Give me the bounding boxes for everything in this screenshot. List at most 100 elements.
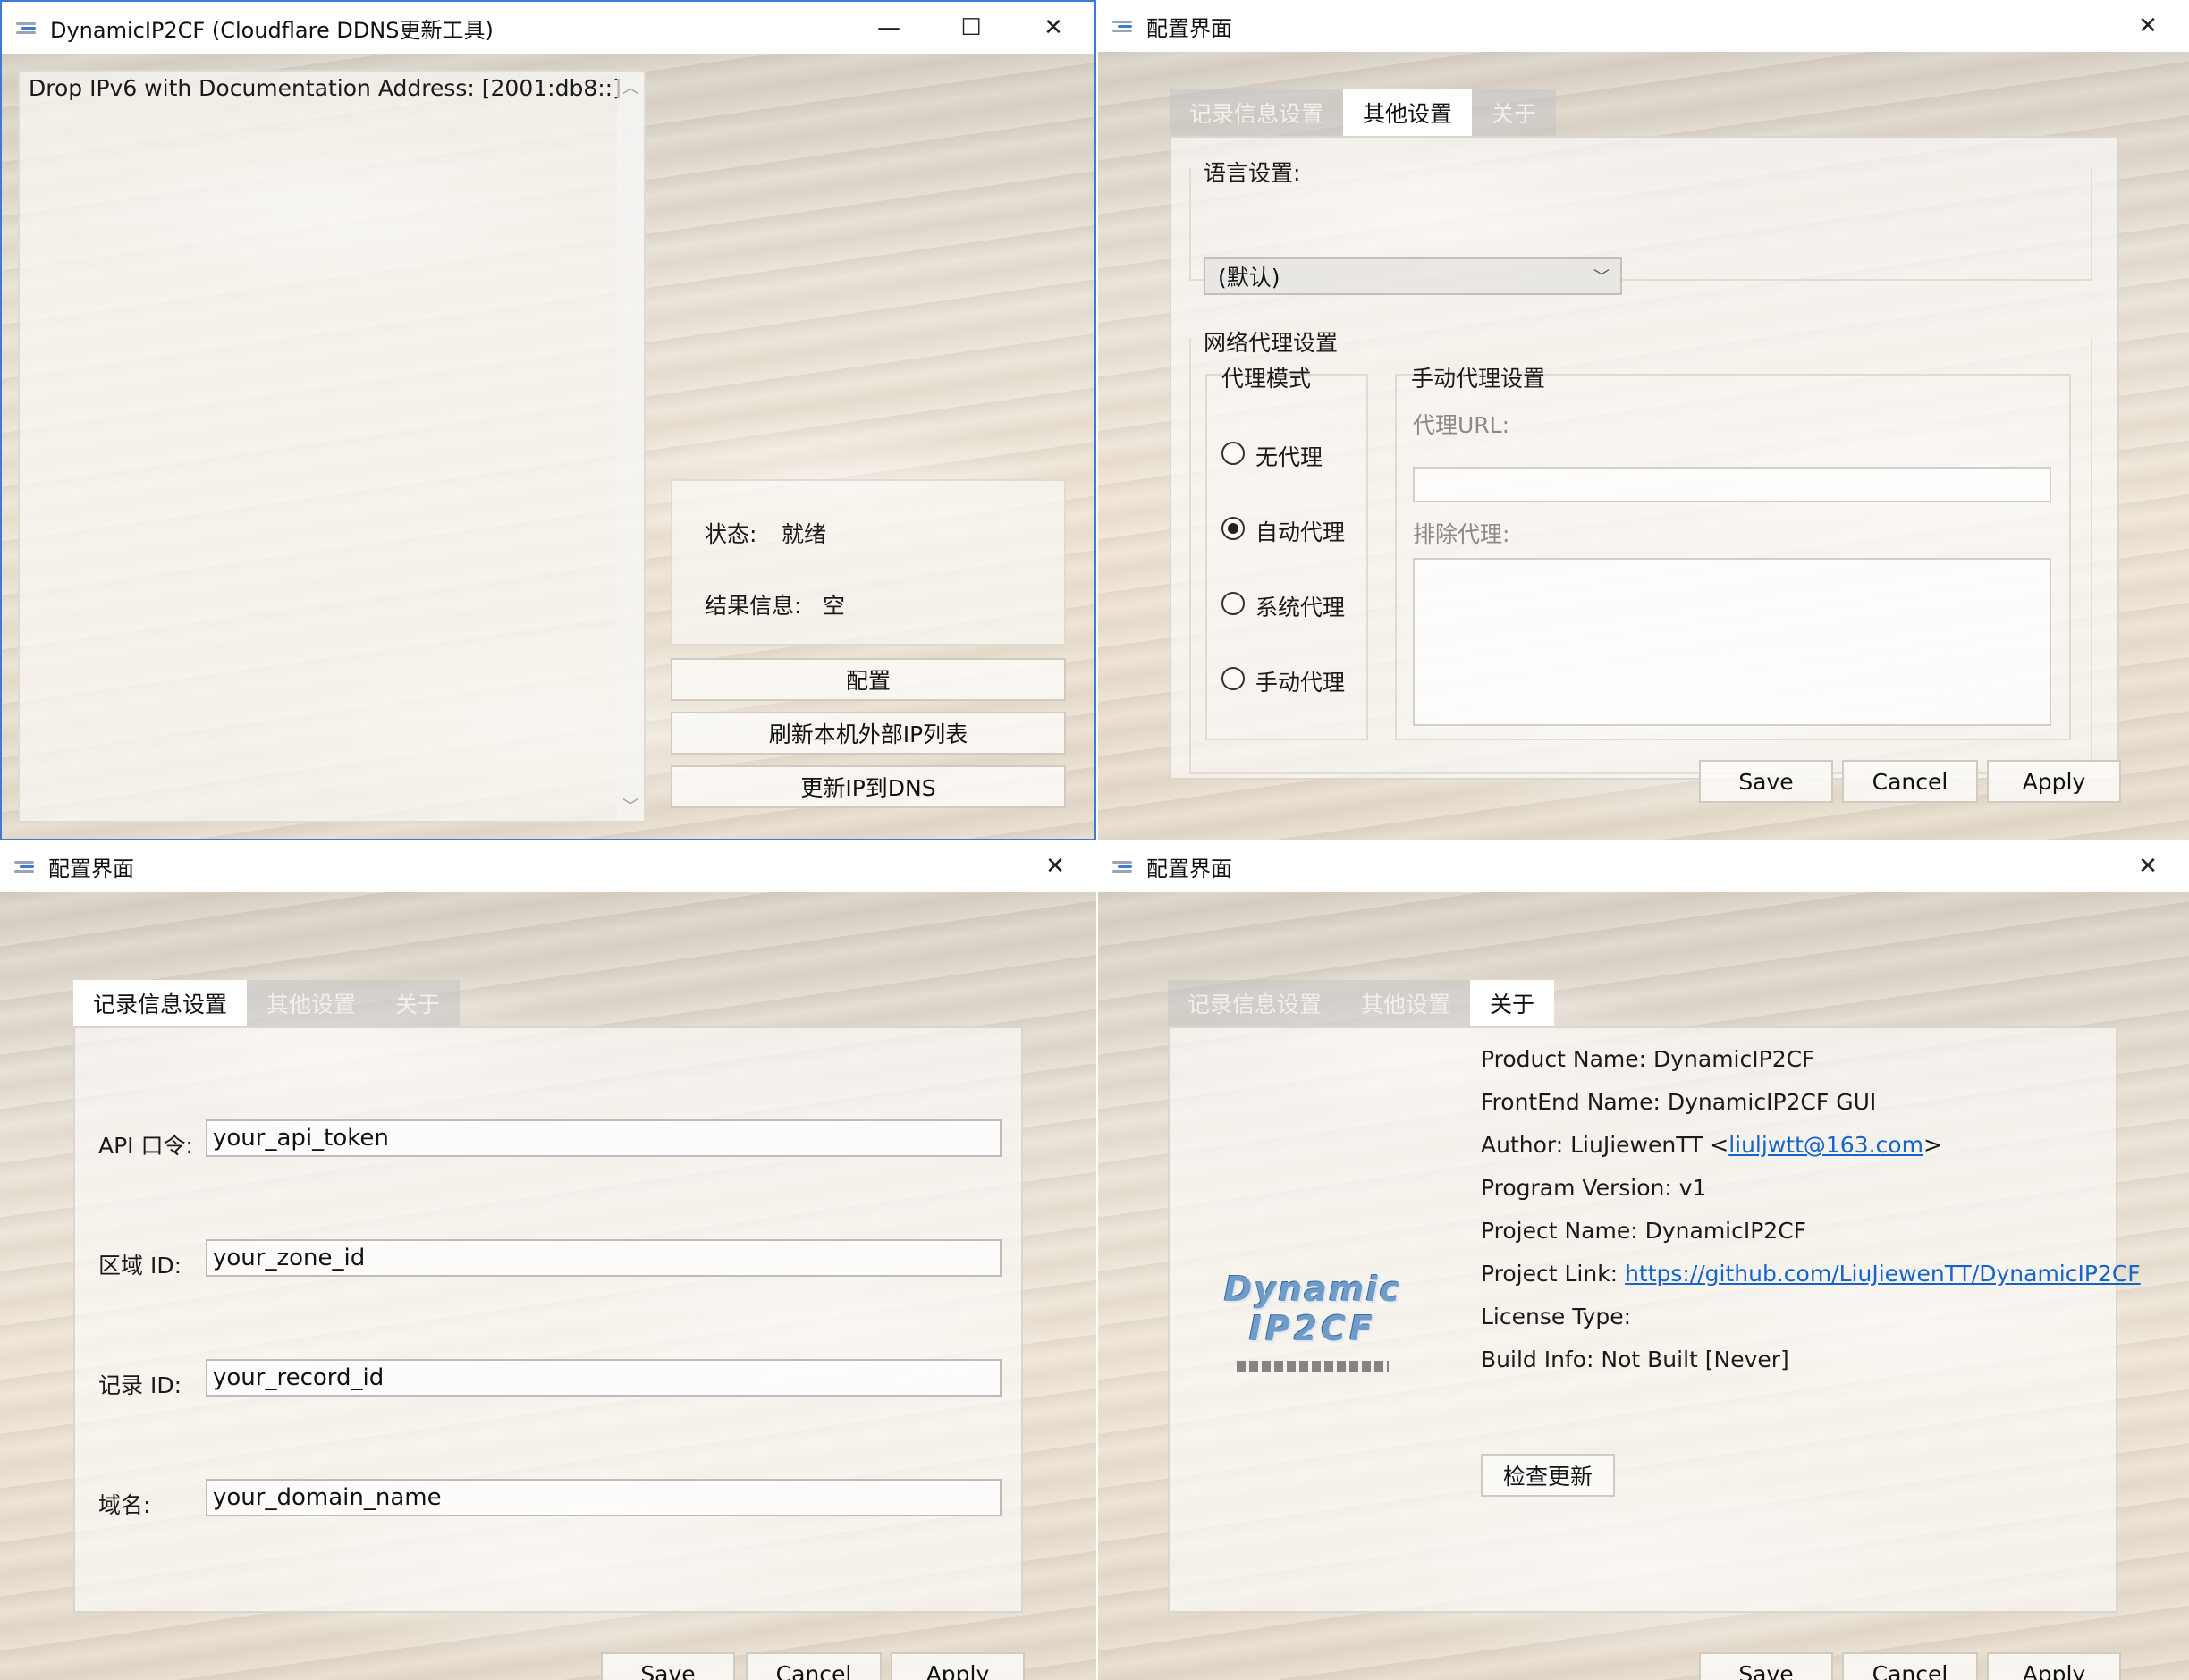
radio-no-proxy-label: 无代理 — [1255, 444, 1323, 470]
logo-line-2: IP2CF — [1248, 1309, 1377, 1348]
log-line: Drop IPv6 with Documentation Address: [2… — [29, 75, 621, 101]
cancel-button[interactable]: Cancel — [1842, 760, 1978, 803]
tab-bar: 记录信息设置 其他设置 关于 — [1170, 89, 1557, 136]
config-client-area: 记录信息设置 其他设置 关于 API 口令: your_api_token 区域… — [0, 892, 1096, 1680]
tab-other-settings[interactable]: 其他设置 — [1343, 89, 1473, 136]
log-textbox[interactable]: Drop IPv6 with Documentation Address: [2… — [18, 70, 646, 823]
tab-other-settings[interactable]: 其他设置 — [1341, 980, 1471, 1026]
status-panel: 状态: 就绪 结果信息: 空 — [671, 479, 1066, 646]
record-id-input[interactable]: your_record_id — [206, 1359, 1002, 1397]
window-controls: ✕ — [2107, 0, 2189, 52]
scroll-up-icon[interactable]: ︿ — [617, 75, 644, 98]
app-icon — [1112, 859, 1136, 874]
window-controls: ✕ — [1014, 840, 1096, 892]
tab-content: API 口令: your_api_token 区域 ID: your_zone_… — [73, 1026, 1023, 1613]
cancel-button[interactable]: Cancel — [1842, 1652, 1978, 1680]
log-scrollbar[interactable]: ︿ ﹀ — [617, 72, 644, 821]
app-icon — [1112, 19, 1136, 33]
proxy-url-input[interactable] — [1413, 467, 2051, 502]
window-controls: — ☐ ✕ — [848, 2, 1094, 54]
radio-auto-proxy-label: 自动代理 — [1255, 519, 1346, 545]
config-window-title: 配置界面 — [1146, 15, 1232, 41]
program-version: Program Version: v1 — [1481, 1175, 1707, 1201]
config-titlebar: 配置界面 ✕ — [1098, 840, 2189, 892]
radio-system-proxy-label: 系统代理 — [1255, 595, 1346, 621]
author-line: Author: LiuJiewenTT <liuljwtt@163.com> — [1481, 1132, 1942, 1158]
refresh-ip-button[interactable]: 刷新本机外部IP列表 — [671, 712, 1066, 755]
tab-record-settings[interactable]: 记录信息设置 — [1168, 980, 1342, 1026]
proxy-url-label: 代理URL: — [1413, 412, 1510, 438]
logo-line-1: Dynamic — [1223, 1270, 1402, 1309]
close-button[interactable]: ✕ — [1012, 2, 1094, 54]
config-window-other: 配置界面 ✕ 记录信息设置 其他设置 关于 语言设置: (默认) ﹀ 网络代理设… — [1098, 0, 2189, 840]
apply-button[interactable]: Apply — [891, 1652, 1025, 1680]
tab-content: 语言设置: (默认) ﹀ 网络代理设置 代理模式 无代理 自动代理 系统代理 手… — [1170, 136, 2119, 780]
save-button[interactable]: Save — [1699, 760, 1833, 803]
api-token-label: API 口令: — [98, 1133, 193, 1159]
exclude-proxy-textarea[interactable] — [1413, 558, 2051, 726]
record-id-label: 记录 ID: — [98, 1372, 182, 1398]
tab-about[interactable]: 关于 — [376, 980, 461, 1026]
tab-bar: 记录信息设置 其他设置 关于 — [73, 980, 461, 1026]
product-name: Product Name: DynamicIP2CF — [1481, 1046, 1815, 1072]
tab-about[interactable]: 关于 — [1472, 89, 1557, 136]
apply-button[interactable]: Apply — [1987, 760, 2121, 803]
manual-proxy-label: 手动代理设置 — [1411, 366, 1546, 392]
domain-input[interactable]: your_domain_name — [206, 1479, 1002, 1516]
author-suffix: > — [1923, 1132, 1942, 1158]
tab-bar: 记录信息设置 其他设置 关于 — [1168, 980, 1555, 1026]
zone-id-label: 区域 ID: — [98, 1253, 182, 1279]
close-button[interactable]: ✕ — [2107, 0, 2189, 52]
license-type: License Type: — [1481, 1304, 1632, 1330]
main-titlebar: DynamicIP2CF (Cloudflare DDNS更新工具) — ☐ ✕ — [2, 2, 1094, 54]
domain-label: 域名: — [98, 1492, 151, 1518]
project-link[interactable]: https://github.com/LiuJiewenTT/DynamicIP… — [1625, 1261, 2141, 1287]
config-window-title: 配置界面 — [48, 856, 134, 882]
apply-button[interactable]: Apply — [1987, 1652, 2121, 1680]
exclude-proxy-label: 排除代理: — [1413, 521, 1510, 547]
logo-reflection-icon — [1237, 1361, 1389, 1372]
scroll-down-icon[interactable]: ﹀ — [617, 794, 644, 817]
project-link-prefix: Project Link: — [1481, 1261, 1626, 1287]
radio-manual-proxy-label: 手动代理 — [1255, 670, 1346, 696]
config-window-record: 配置界面 ✕ 记录信息设置 其他设置 关于 API 口令: your_api_t… — [0, 840, 1096, 1680]
radio-system-proxy[interactable] — [1221, 592, 1245, 615]
project-link-line: Project Link: https://github.com/LiuJiew… — [1481, 1261, 2141, 1287]
config-button[interactable]: 配置 — [671, 658, 1066, 701]
radio-auto-proxy[interactable] — [1221, 517, 1245, 540]
main-window: DynamicIP2CF (Cloudflare DDNS更新工具) — ☐ ✕… — [0, 0, 1096, 840]
update-dns-button[interactable]: 更新IP到DNS — [671, 765, 1066, 808]
tab-other-settings[interactable]: 其他设置 — [247, 980, 376, 1026]
tab-content: Dynamic IP2CF Product Name: DynamicIP2CF… — [1168, 1026, 2141, 1613]
tab-record-settings[interactable]: 记录信息设置 — [1170, 89, 1344, 136]
language-select[interactable]: (默认) ﹀ — [1204, 257, 1622, 295]
main-client-area: Drop IPv6 with Documentation Address: [2… — [2, 54, 1094, 839]
close-button[interactable]: ✕ — [2107, 840, 2189, 892]
proxy-mode-label: 代理模式 — [1221, 366, 1312, 392]
check-update-button[interactable]: 检查更新 — [1481, 1454, 1615, 1497]
config-titlebar: 配置界面 ✕ — [1098, 0, 2189, 52]
chevron-down-icon: ﹀ — [1593, 268, 1610, 287]
author-prefix: Author: LiuJiewenTT < — [1481, 1132, 1729, 1158]
result-value: 空 — [823, 593, 846, 619]
zone-id-input[interactable]: your_zone_id — [206, 1239, 1002, 1277]
radio-no-proxy[interactable] — [1221, 442, 1245, 465]
config-client-area: 记录信息设置 其他设置 关于 Dynamic IP2CF Product Nam… — [1098, 892, 2189, 1680]
minimize-button[interactable]: — — [848, 2, 930, 54]
api-token-input[interactable]: your_api_token — [206, 1119, 1002, 1157]
cancel-button[interactable]: Cancel — [746, 1652, 882, 1680]
window-controls: ✕ — [2107, 840, 2189, 892]
save-button[interactable]: Save — [1699, 1652, 1833, 1680]
close-button[interactable]: ✕ — [1014, 840, 1096, 892]
build-info: Build Info: Not Built [Never] — [1481, 1347, 1789, 1372]
author-email-link[interactable]: liuljwtt@163.com — [1728, 1132, 1923, 1158]
tab-record-settings[interactable]: 记录信息设置 — [73, 980, 248, 1026]
save-button[interactable]: Save — [601, 1652, 735, 1680]
config-client-area: 记录信息设置 其他设置 关于 语言设置: (默认) ﹀ 网络代理设置 代理模式 … — [1098, 52, 2189, 840]
radio-manual-proxy[interactable] — [1221, 667, 1245, 690]
maximize-button[interactable]: ☐ — [930, 2, 1012, 54]
tab-about[interactable]: 关于 — [1470, 980, 1555, 1026]
config-window-title: 配置界面 — [1146, 856, 1232, 882]
language-selected-value: (默认) — [1218, 265, 1280, 291]
app-icon — [14, 859, 38, 874]
